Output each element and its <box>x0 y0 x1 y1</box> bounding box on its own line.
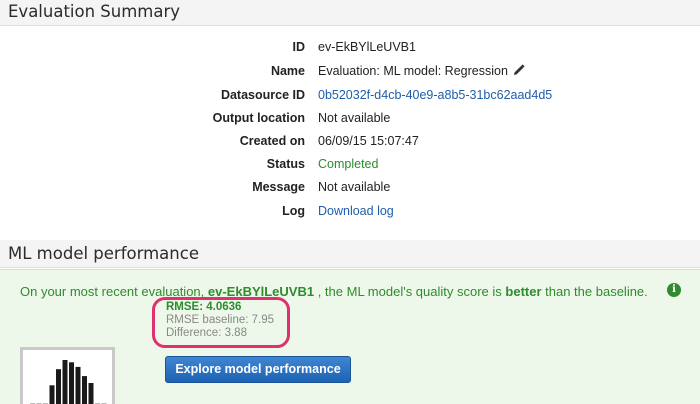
evaluation-summary-title: Evaluation Summary <box>8 2 181 21</box>
field-value: Not available <box>318 180 391 194</box>
field-datasource-id: Datasource ID 0b52032f-d4cb-40e9-a8b5-31… <box>0 84 700 106</box>
datasource-link[interactable]: 0b52032f-d4cb-40e9-a8b5-31bc62aad4d5 <box>318 84 552 106</box>
summary-emphasis: better <box>505 284 542 299</box>
histogram-bar <box>69 362 74 404</box>
field-label: Output location <box>212 111 305 125</box>
field-output-location: Output location Not available <box>0 107 700 129</box>
field-label: Log <box>282 204 305 218</box>
histogram-bar <box>56 369 61 404</box>
performance-summary: On your most recent evaluation, ev-EkBYl… <box>20 284 648 299</box>
rmse-metrics: RMSE: 4.0636 RMSE baseline: 7.95 Differe… <box>166 301 274 340</box>
field-label: Created on <box>239 134 305 148</box>
histogram-bar <box>88 383 94 404</box>
ml-performance-header: ML model performance <box>0 240 700 268</box>
evaluation-summary-header: Evaluation Summary <box>0 0 700 26</box>
field-name: Name Evaluation: ML model: Regression <box>0 60 700 82</box>
field-label: Message <box>252 180 305 194</box>
download-log-link[interactable]: Download log <box>318 200 394 222</box>
rmse-baseline: RMSE baseline: 7.95 <box>166 314 275 326</box>
field-value: Not available <box>318 111 391 125</box>
histogram-bar <box>62 360 68 404</box>
ml-performance-title: ML model performance <box>8 244 199 263</box>
performance-panel: On your most recent evaluation, ev-EkBYl… <box>0 269 700 404</box>
histogram-bar <box>82 376 87 404</box>
histogram-svg <box>30 360 107 404</box>
rmse-difference: Difference: 3.88 <box>166 327 247 339</box>
status-value: Completed <box>318 157 379 171</box>
name-text: Evaluation: ML model: Regression <box>318 64 508 78</box>
summary-middle: , the ML model's quality score is <box>314 284 506 299</box>
field-log: Log Download log <box>0 200 700 222</box>
field-label: ID <box>292 40 306 54</box>
field-message: Message Not available <box>0 176 700 198</box>
evaluation-details: ID ev-EkBYlLeUVB1 Name Evaluation: ML mo… <box>0 26 700 240</box>
summary-suffix: than the baseline. <box>541 284 648 299</box>
field-status: Status Completed <box>0 153 700 175</box>
field-value: ev-EkBYlLeUVB1 <box>318 40 416 54</box>
residual-histogram-thumbnail[interactable] <box>20 347 115 404</box>
rmse-value: RMSE: 4.0636 <box>166 301 242 313</box>
field-value: 06/09/15 15:07:47 <box>318 134 419 148</box>
field-label: Status <box>266 157 305 171</box>
field-id: ID ev-EkBYlLeUVB1 <box>0 36 700 58</box>
explore-model-performance-button[interactable]: Explore model performance <box>165 356 351 383</box>
histogram-bar <box>49 385 55 404</box>
histogram-bar <box>75 366 81 404</box>
field-value-name: Evaluation: ML model: Regression <box>318 60 525 82</box>
field-created-on: Created on 06/09/15 15:07:47 <box>0 130 700 152</box>
field-label: Datasource ID <box>220 88 305 102</box>
pencil-icon[interactable] <box>513 61 525 75</box>
field-label: Name <box>270 64 305 78</box>
info-icon[interactable]: i <box>667 283 681 297</box>
